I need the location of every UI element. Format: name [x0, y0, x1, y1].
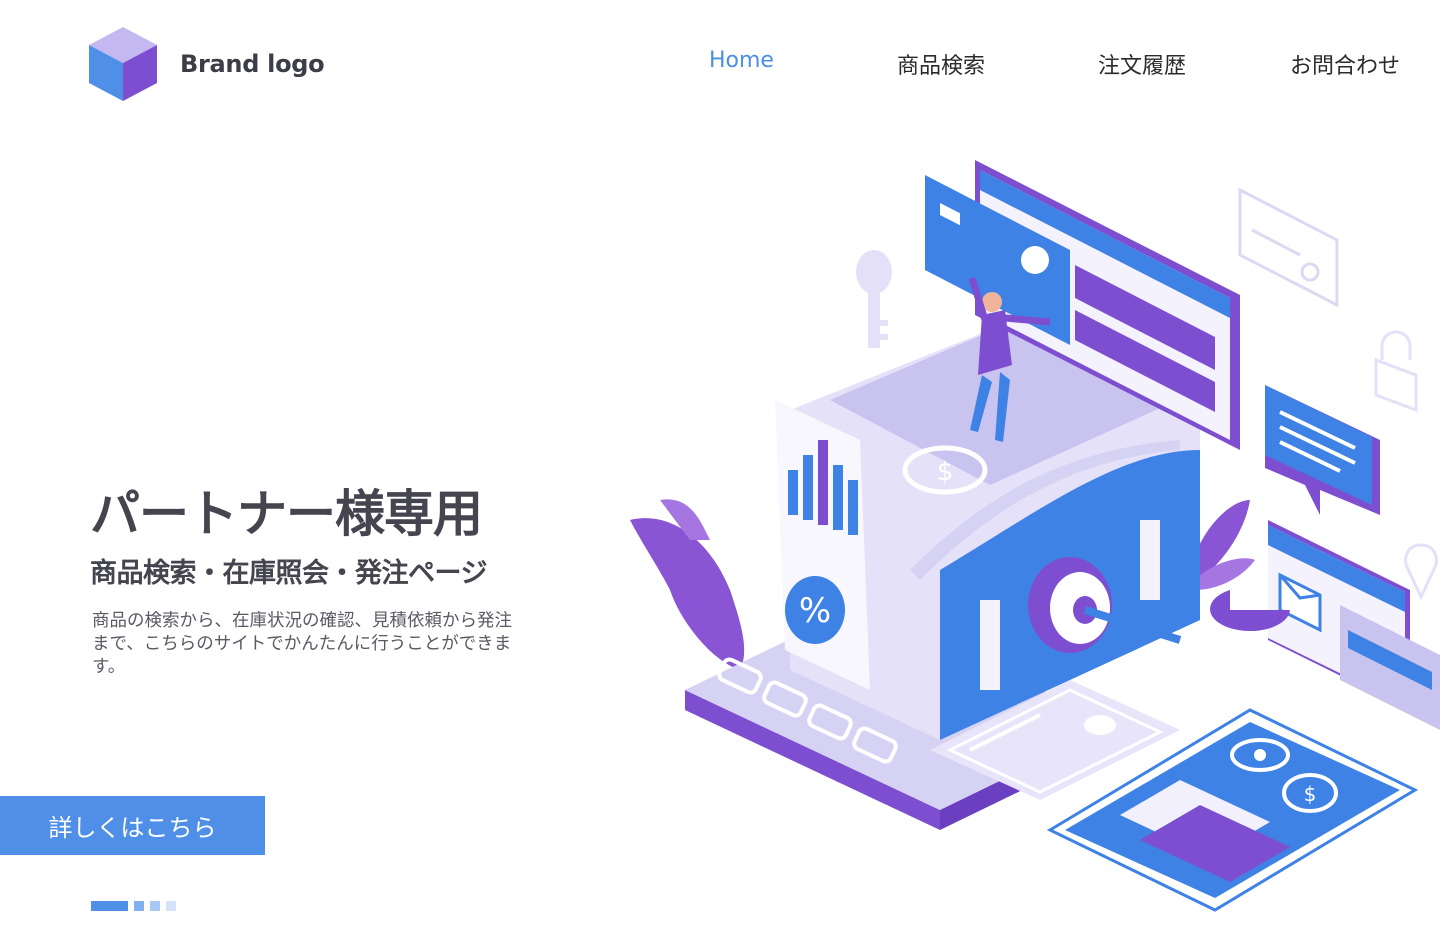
hero-illustration: $ % $ [630, 160, 1440, 912]
chat-bubble-icon [1265, 385, 1380, 515]
svg-text:%: % [799, 591, 831, 631]
location-pin-icon [1404, 543, 1438, 601]
svg-text:$: $ [1304, 782, 1317, 806]
hero-description: 商品の検索から、在庫状況の確認、見積依頼から発注まで、こちらのサイトでかんたんに… [92, 611, 512, 677]
outline-card-icon [1238, 187, 1339, 308]
receipt-chart-icon: % [775, 400, 870, 690]
svg-text:$: $ [937, 457, 954, 487]
nav-item-order-history[interactable]: 注文履歴 [1098, 48, 1186, 80]
pager-dot[interactable] [134, 901, 144, 911]
pager-dot[interactable] [166, 901, 176, 911]
nav-item-home[interactable]: Home [709, 48, 774, 73]
leaf-left-icon [630, 499, 745, 670]
details-button[interactable]: 詳しくはこちら [0, 796, 265, 855]
nav-item-contact[interactable]: お問合わせ [1290, 48, 1400, 80]
pager-dot[interactable] [150, 901, 160, 911]
key-icon [856, 250, 892, 348]
nav-item-product-search[interactable]: 商品検索 [897, 48, 985, 80]
lock-icon [1374, 330, 1418, 413]
hero-title: パートナー様専用 [90, 485, 483, 543]
landing-page: Brand logo Home 商品検索 注文履歴 お問合わせ パートナー様専用… [0, 0, 1440, 952]
slide-pager [91, 901, 176, 911]
main-nav: Home 商品検索 注文履歴 お問合わせ [0, 48, 1440, 82]
hero-subtitle: 商品検索・在庫照会・発注ページ [90, 558, 487, 589]
pager-dot-active[interactable] [91, 901, 128, 911]
